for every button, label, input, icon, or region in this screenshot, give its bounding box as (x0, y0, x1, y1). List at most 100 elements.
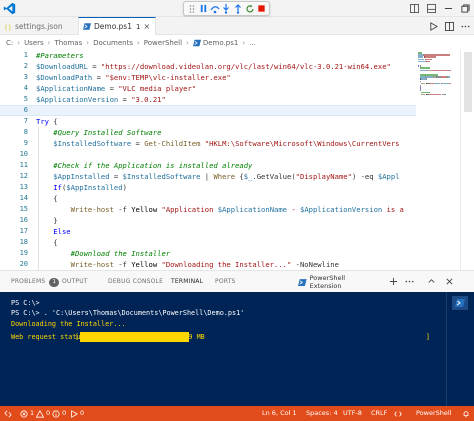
close-tab-icon[interactable]: × (143, 22, 150, 31)
minimap-line (441, 93, 446, 96)
breadcrumb-item[interactable]: C: (6, 39, 13, 47)
title-bar (0, 0, 474, 17)
minimap-line (434, 82, 441, 85)
minimap-line (425, 76, 433, 78)
json-file-icon: {} (4, 22, 12, 30)
code-token: $Appl (373, 172, 400, 181)
add-terminal-icon[interactable] (388, 276, 399, 287)
code-line: { (36, 237, 57, 248)
minimap-line (448, 76, 451, 78)
tab-actions (428, 21, 470, 31)
code-token: Else (36, 227, 71, 236)
breadcrumb-item[interactable]: Thomas (54, 39, 82, 47)
more-actions-icon[interactable] (460, 21, 470, 31)
layout-icon[interactable] (423, 0, 440, 17)
tab-ports[interactable]: PORTS (215, 271, 236, 293)
restart-icon[interactable] (244, 3, 255, 14)
line-number: 4 (23, 84, 28, 92)
info-icon (52, 409, 60, 418)
split-layout-icon[interactable] (406, 0, 423, 17)
split-editor-icon[interactable] (444, 21, 454, 31)
warnings-indicator[interactable]: 0 (36, 406, 50, 421)
terminal-instance[interactable] (452, 296, 468, 310)
terminal[interactable]: PS C:\> PS C:\> . 'C:\Users\Thomas\Docum… (0, 292, 474, 406)
code-editor[interactable]: 1 2 3 4 5 6 7 8 9 10 11 12 13 14 15 16 17 18 19 20 #Paramet… (0, 50, 474, 270)
problems-count-badge: 1 (49, 278, 60, 287)
progress-text: Downloaded: 13.2 MB of 42.9 MB (82, 333, 205, 341)
code-token: = (109, 172, 123, 181)
close-icon[interactable] (444, 276, 455, 287)
breadcrumb-item[interactable]: PowerShell (144, 39, 182, 47)
notifications-icon[interactable] (462, 406, 472, 421)
code-token: Get-ChildItem (144, 139, 201, 148)
breadcrumb-item[interactable]: ... (249, 39, 256, 47)
minimap[interactable] (416, 50, 456, 270)
minimize-icon[interactable] (440, 0, 457, 17)
stop-icon[interactable] (256, 3, 267, 14)
code-line: { (36, 193, 57, 204)
minimap-line (426, 60, 430, 63)
line-ending[interactable]: CRLF (371, 406, 387, 421)
line-number: 2 (23, 62, 28, 70)
line-number: 12 (19, 172, 28, 180)
powershell-icon (298, 278, 307, 286)
drag-handle-icon[interactable] (186, 3, 197, 14)
breadcrumb-item[interactable]: Demo.ps1 (203, 39, 238, 47)
tab-settings-json[interactable]: {} settings.json (0, 17, 78, 35)
code-token: ) (351, 172, 361, 181)
code-line: Try { (36, 116, 58, 127)
line-number: 17 (19, 227, 28, 235)
line-number-gutter: 1 2 3 4 5 6 7 8 9 10 11 12 13 14 15 16 17 18 19 20 (0, 50, 34, 270)
indentation[interactable]: Spaces: 4 (306, 406, 338, 421)
code-token: -f (113, 260, 132, 269)
breadcrumb-item[interactable]: Documents (93, 39, 133, 47)
tab-terminal[interactable]: TERMINAL (171, 271, 204, 293)
language-mode-icon[interactable] (394, 406, 404, 421)
code-token: "$env:TEMP\vlc-installer.exe" (105, 73, 231, 82)
cursor-position[interactable]: Ln 6, Col 1 (262, 406, 297, 421)
encoding[interactable]: UTF-8 (343, 406, 362, 421)
debug-indicator[interactable]: 0 (70, 406, 84, 421)
tab-debug-console[interactable]: DEBUG CONSOLE (108, 271, 163, 293)
maximize-panel-icon[interactable] (426, 276, 437, 287)
tab-demo-ps1[interactable]: Demo.ps1 1 × (78, 17, 156, 35)
step-into-icon[interactable] (221, 3, 232, 14)
status-bar: 1 0 0 0 Ln 6, Col 1 Spaces: 4 UTF-8 CRLF… (0, 406, 474, 421)
language-mode[interactable]: PowerShell (416, 406, 452, 421)
breadcrumb-item[interactable]: Users (24, 39, 44, 47)
code-token: "Application (157, 205, 218, 214)
code-token: -eq (360, 172, 374, 181)
vscode-logo-icon (3, 2, 16, 15)
step-out-icon[interactable] (233, 3, 244, 14)
tab-label: settings.json (15, 21, 63, 31)
code-token: If (36, 183, 62, 192)
code-token: Yellow (131, 260, 158, 269)
run-icon[interactable] (428, 21, 438, 31)
more-icon[interactable] (404, 276, 415, 287)
code-token: #Parameters (36, 51, 84, 60)
remote-icon[interactable] (4, 406, 14, 421)
tab-output[interactable]: OUTPUT (62, 271, 88, 293)
errors-indicator[interactable]: 1 (20, 406, 34, 421)
editor-scrollbar[interactable] (460, 50, 474, 270)
terminal-selector[interactable]: PowerShell Extension (298, 274, 376, 290)
scrollbar-thumb[interactable] (464, 52, 472, 112)
info-indicator[interactable]: 0 (52, 406, 66, 421)
code-line: $DownloadPath = "$env:TEMP\vlc-installer… (36, 72, 231, 83)
line-number: 13 (19, 183, 28, 191)
code-area[interactable]: #Parameters $DownloadURL = "https://downl… (36, 50, 412, 270)
chevron-right-icon: › (186, 39, 189, 47)
editor-tab-bar: {} settings.json Demo.ps1 1 × (0, 17, 474, 35)
tab-problems[interactable]: PROBLEMS 1 (11, 271, 60, 293)
info-count: 0 (62, 409, 67, 417)
restore-icon[interactable] (457, 0, 474, 17)
pause-icon[interactable] (198, 3, 209, 14)
code-line: $ApplicationName = "VLC media player" (36, 83, 196, 94)
step-over-icon[interactable] (209, 3, 220, 14)
code-token: $AppInstalled (66, 183, 123, 192)
line-number: 15 (19, 205, 28, 213)
minimap-line (421, 93, 426, 96)
code-token: $ApplicationName (217, 205, 288, 214)
chevron-right-icon: › (86, 39, 90, 47)
code-token: Write-host (36, 260, 114, 269)
